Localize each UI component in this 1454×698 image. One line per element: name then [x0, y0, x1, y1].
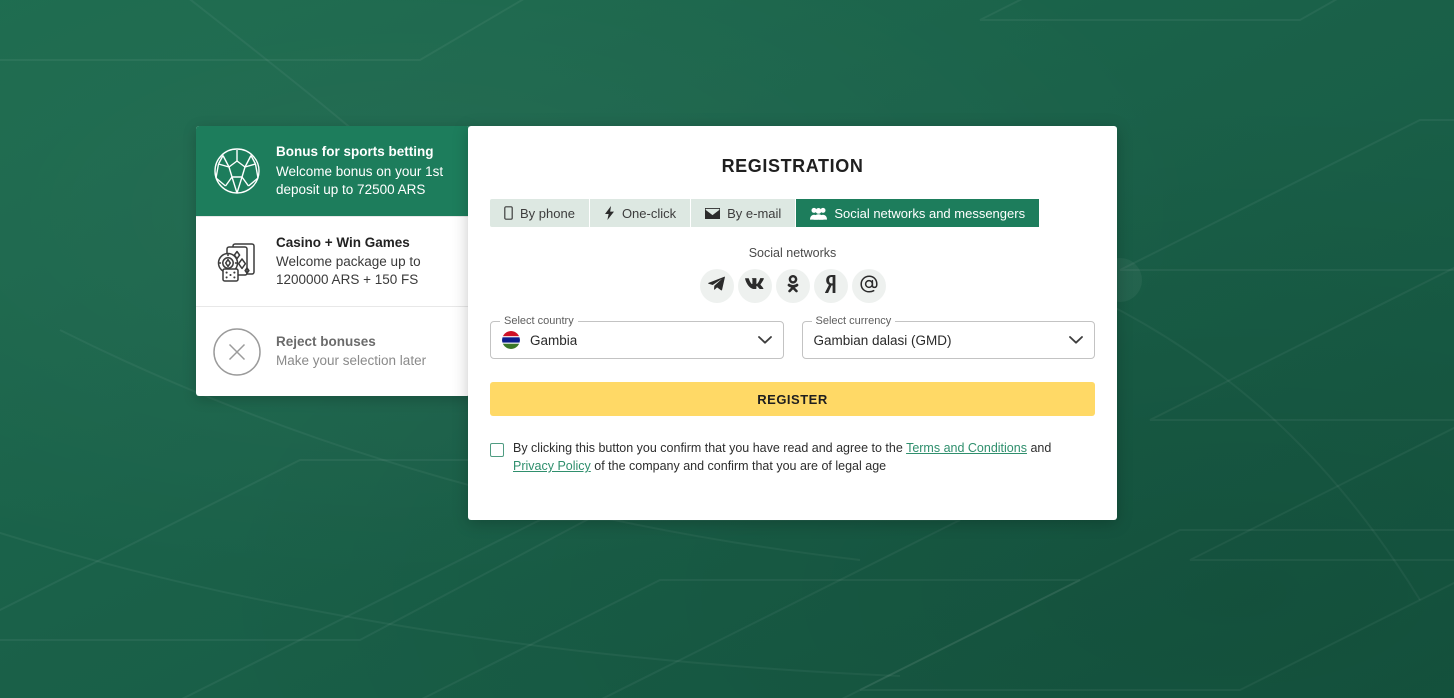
- odnoklassniki-icon: [786, 274, 800, 298]
- chevron-down-icon: [1069, 336, 1083, 345]
- tab-social-networks[interactable]: Social networks and messengers: [796, 199, 1040, 227]
- telegram-icon: [708, 276, 725, 296]
- registration-method-tabs: By phone One-click By e-mail Social netw…: [490, 199, 1095, 227]
- country-select-label: Select country: [500, 315, 578, 328]
- casino-cards-chip-dice-icon: [210, 235, 264, 289]
- tab-one-click[interactable]: One-click: [589, 199, 692, 227]
- tab-by-phone[interactable]: By phone: [490, 199, 590, 227]
- terms-text-part2: and: [1026, 441, 1052, 455]
- terms-checkbox[interactable]: [490, 443, 504, 457]
- tab-label: By e-mail: [727, 205, 782, 221]
- bonus-card-sports[interactable]: Bonus for sports betting Welcome bonus o…: [196, 126, 470, 216]
- envelope-icon: [705, 207, 721, 219]
- vk-icon: [745, 277, 764, 295]
- lightning-bolt-icon: [604, 206, 615, 220]
- registration-panel: REGISTRATION By phone One-click By e-mai…: [468, 126, 1117, 520]
- terms-and-conditions-link[interactable]: Terms and Conditions: [906, 441, 1027, 455]
- social-button-yandex[interactable]: [813, 269, 848, 303]
- register-button[interactable]: REGISTER: [490, 382, 1095, 416]
- social-button-telegram[interactable]: [699, 269, 734, 303]
- phone-icon: [504, 206, 513, 220]
- country-select-value: Gambia: [530, 332, 578, 348]
- selects-row: Select country Gambia Select currency Ga…: [490, 315, 1095, 359]
- tab-label: Social networks and messengers: [834, 205, 1026, 221]
- social-button-odnoklassniki[interactable]: [775, 269, 810, 303]
- gambia-flag-icon: [502, 331, 520, 349]
- bonus-card-subtitle: Welcome bonus on your 1st deposit up to …: [276, 163, 444, 197]
- bonus-card-title: Casino + Win Games: [276, 234, 410, 250]
- terms-text-part3: of the company and confirm that you are …: [590, 459, 887, 474]
- social-networks-row: [468, 269, 1117, 303]
- page-title: REGISTRATION: [721, 156, 864, 176]
- tab-label: One-click: [621, 205, 677, 221]
- bonus-selection-panel: Bonus for sports betting Welcome bonus o…: [196, 126, 470, 396]
- tab-label: By phone: [520, 205, 575, 221]
- chevron-down-icon: [757, 336, 772, 345]
- circle-x-icon: [210, 325, 264, 379]
- users-group-icon: [810, 207, 828, 220]
- social-button-mailru[interactable]: [851, 269, 886, 303]
- bonus-card-subtitle: Make your selection later: [276, 353, 427, 369]
- currency-select-value: Gambian dalasi (GMD): [813, 332, 952, 348]
- tab-by-email[interactable]: By e-mail: [691, 199, 797, 227]
- currency-select[interactable]: Select currency Gambian dalasi (GMD): [801, 315, 1095, 359]
- yandex-icon: [824, 274, 837, 298]
- bonus-card-casino[interactable]: Casino + Win Games Welcome package up to…: [196, 216, 470, 306]
- bonus-card-title: Bonus for sports betting: [276, 144, 434, 160]
- bonus-card-title: Reject bonuses: [276, 333, 376, 349]
- bonus-card-reject[interactable]: Reject bonuses Make your selection later: [196, 306, 470, 396]
- social-button-vk[interactable]: [737, 269, 772, 303]
- terms-text-part1: By clicking this button you confirm that…: [513, 441, 907, 455]
- terms-text: By clicking this button you confirm that…: [513, 439, 1073, 475]
- bonus-card-subtitle: Welcome package up to 1200000 ARS + 150 …: [276, 254, 421, 288]
- currency-select-label: Select currency: [811, 315, 896, 328]
- country-select[interactable]: Select country Gambia: [490, 315, 784, 359]
- at-sign-icon: [859, 275, 878, 298]
- soccer-ball-icon: [210, 144, 264, 198]
- privacy-policy-link[interactable]: Privacy Policy: [513, 459, 591, 473]
- social-networks-label: Social networks: [748, 246, 837, 260]
- terms-agreement-row: By clicking this button you confirm that…: [490, 439, 1095, 475]
